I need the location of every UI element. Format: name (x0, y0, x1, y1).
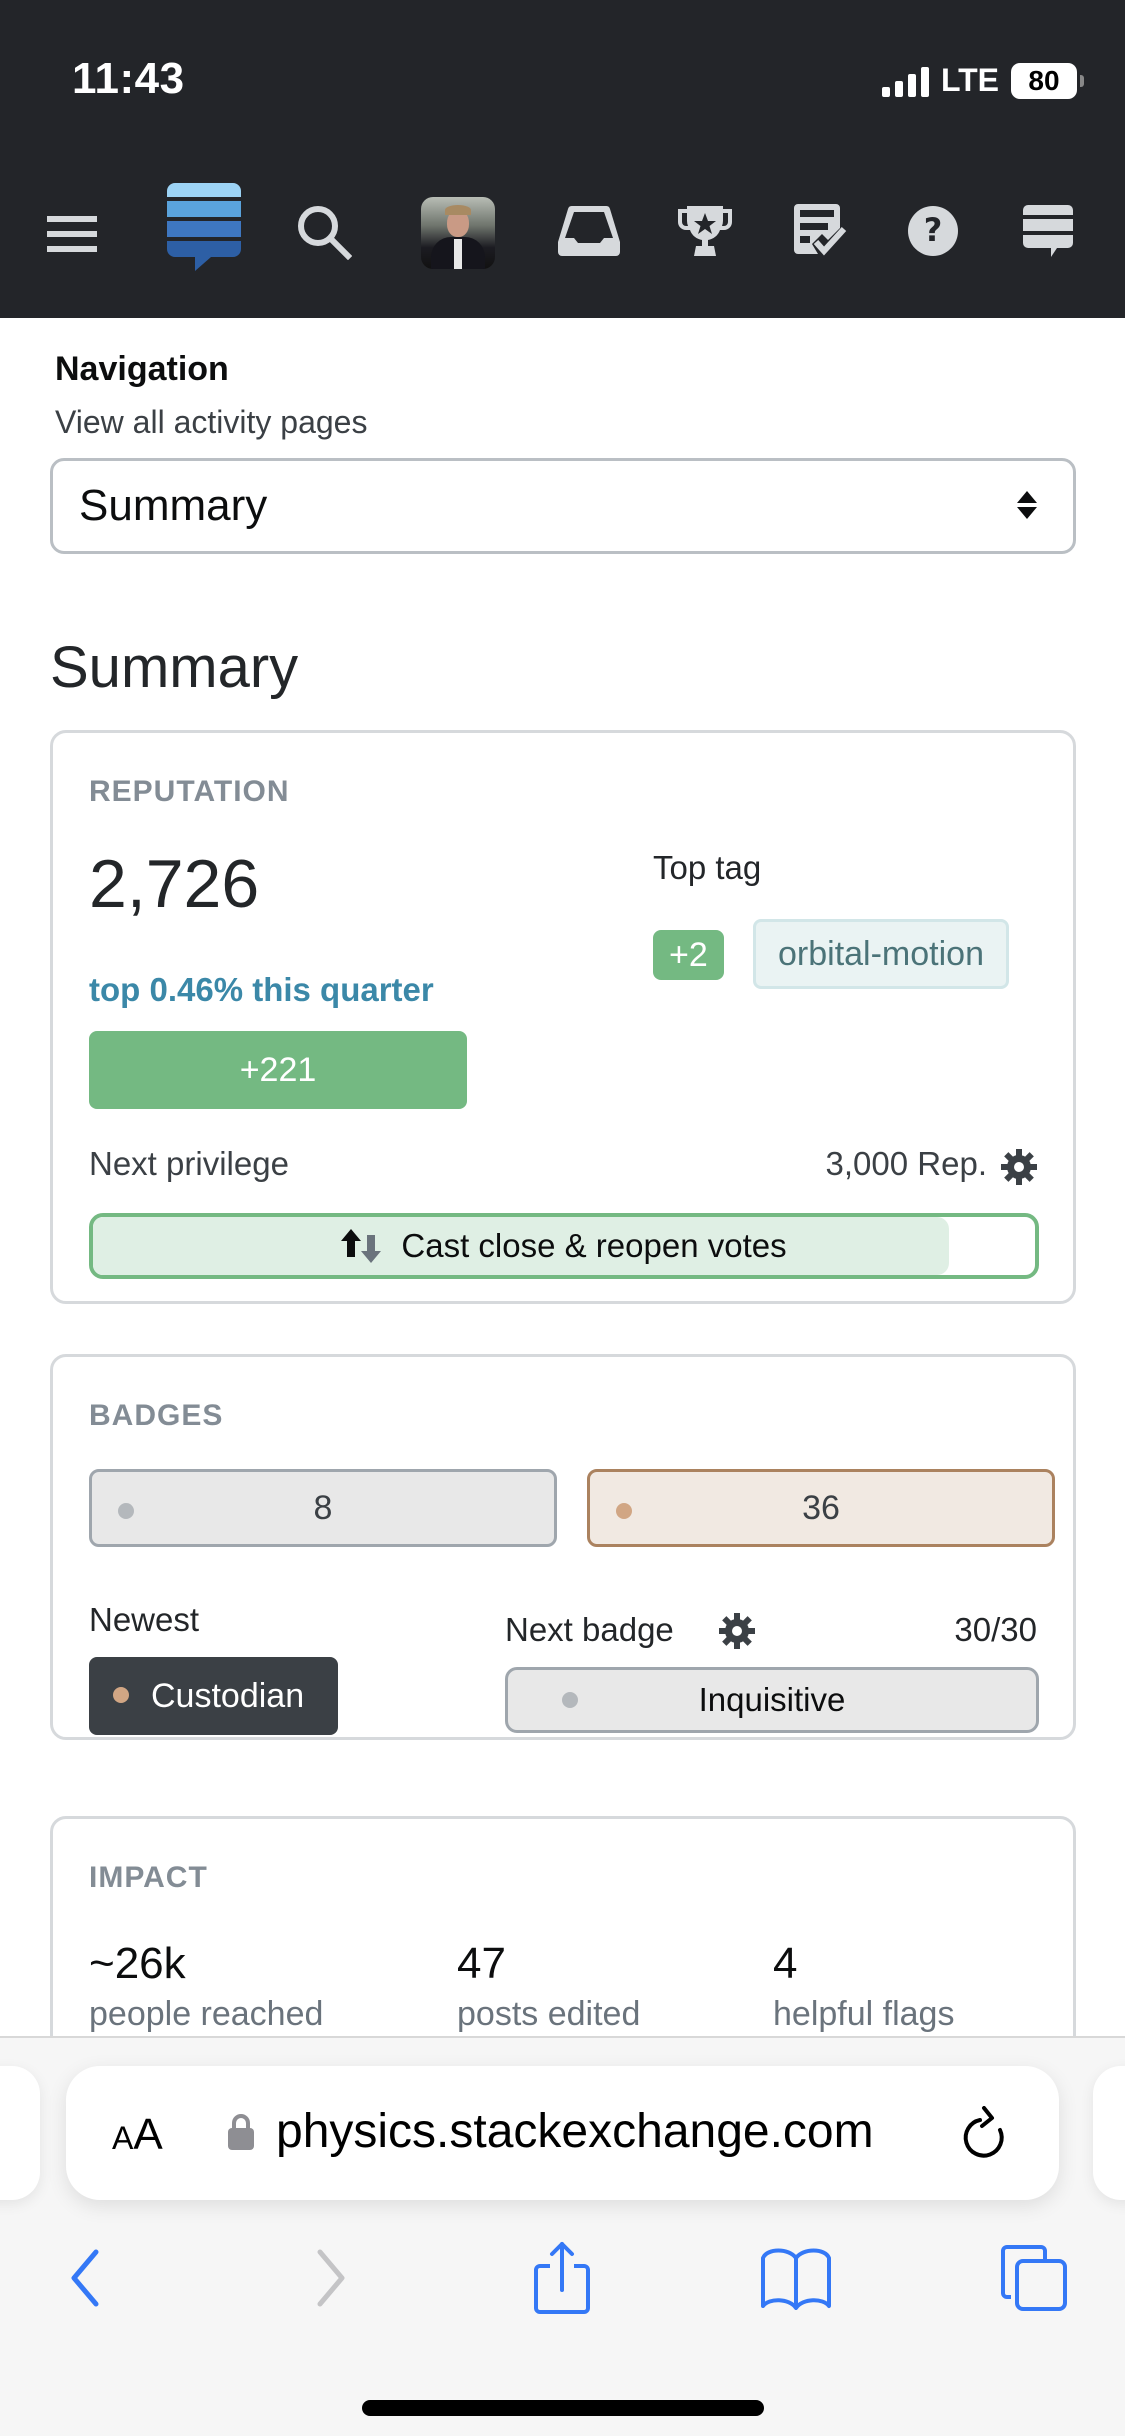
silver-badge-icon (562, 1692, 578, 1708)
gear-icon[interactable] (1001, 1149, 1037, 1185)
network-type: LTE (940, 62, 999, 98)
url-text[interactable]: physics.stackexchange.com (276, 2104, 874, 2159)
navigation-sublabel: View all activity pages (55, 404, 368, 440)
share-button[interactable] (522, 2238, 602, 2318)
reputation-card: REPUTATION 2,726 top 0.46% this quarter … (50, 730, 1076, 1304)
top-tag-score: +2 (653, 930, 724, 980)
stackexchange-logo-icon[interactable] (166, 182, 242, 272)
search-icon[interactable] (294, 202, 354, 262)
status-time: 11:43 (72, 54, 185, 103)
next-privilege-progress-bar[interactable]: Cast close & reopen votes (89, 1213, 1039, 1279)
forward-button[interactable] (290, 2238, 370, 2318)
badges-title: BADGES (89, 1399, 224, 1432)
page-title: Summary (50, 635, 299, 700)
silver-badge-icon (118, 1503, 134, 1519)
activity-page-select[interactable]: Summary (50, 458, 1076, 554)
navigation-label: Navigation (55, 350, 229, 388)
top-tag-link[interactable]: orbital-motion (753, 919, 1009, 989)
browser-toolbar: AA physics.stackexchange.com (0, 2036, 1125, 2436)
svg-text:?: ? (924, 211, 943, 249)
chevron-right-icon (317, 2249, 345, 2307)
impact-stat-people-reached: ~26k people reached (89, 1939, 324, 2033)
reputation-title: REPUTATION (89, 775, 290, 808)
help-icon[interactable]: ? (906, 204, 960, 258)
newest-badge-label: Newest (89, 1601, 200, 1638)
tabs-icon (1001, 2245, 1067, 2311)
book-icon (761, 2248, 831, 2310)
select-value: Summary (79, 481, 268, 530)
impact-stat-helpful-flags: 4 helpful flags (773, 1939, 955, 2033)
impact-title: IMPACT (89, 1861, 208, 1894)
next-tab-preview[interactable] (1093, 2066, 1125, 2200)
tabs-button[interactable] (994, 2238, 1074, 2318)
menu-icon[interactable] (46, 210, 98, 258)
gear-icon[interactable] (719, 1613, 755, 1649)
next-badge-progress: 30/30 (954, 1611, 1037, 1648)
avatar[interactable] (421, 197, 495, 269)
review-queue-icon[interactable] (792, 204, 852, 258)
next-badge[interactable]: Inquisitive (505, 1667, 1039, 1733)
site-header: 11:43 LTE 80 ? (0, 0, 1125, 318)
battery-icon: 80 (1011, 62, 1084, 99)
lock-icon (228, 2114, 254, 2150)
badges-card: BADGES 8 36 Newest Custodian Next badge … (50, 1354, 1076, 1740)
bronze-badge-icon (616, 1503, 632, 1519)
reload-icon[interactable] (962, 2106, 1014, 2162)
reputation-value: 2,726 (89, 846, 260, 922)
back-button[interactable] (46, 2238, 126, 2318)
next-privilege-rep: 3,000 Rep. (825, 1145, 987, 1182)
reputation-change: +221 (89, 1031, 467, 1109)
site-switcher-icon[interactable] (1020, 204, 1076, 262)
home-indicator[interactable] (362, 2400, 764, 2416)
achievements-trophy-icon[interactable] (676, 204, 734, 258)
status-indicators: LTE 80 (881, 62, 1084, 99)
bookmarks-button[interactable] (756, 2238, 836, 2318)
signal-icon (881, 65, 929, 97)
previous-tab-preview[interactable] (0, 2066, 40, 2200)
reputation-rank-link[interactable]: top 0.46% this quarter (89, 971, 434, 1009)
select-arrows-icon (1017, 491, 1037, 519)
silver-badges-count[interactable]: 8 (89, 1469, 557, 1547)
close-reopen-votes-icon (341, 1229, 382, 1263)
next-privilege-name: Cast close & reopen votes (401, 1227, 787, 1264)
bronze-badge-icon (113, 1687, 129, 1703)
address-bar[interactable]: AA physics.stackexchange.com (66, 2066, 1059, 2200)
next-privilege-label: Next privilege (89, 1145, 289, 1182)
chevron-left-icon (71, 2249, 99, 2307)
bronze-badges-count[interactable]: 36 (587, 1469, 1055, 1547)
newest-badge[interactable]: Custodian (89, 1657, 339, 1735)
top-tag-label: Top tag (653, 849, 762, 886)
header-nav: ? (0, 180, 1125, 290)
share-icon (534, 2242, 590, 2314)
inbox-icon[interactable] (558, 204, 620, 258)
text-size-button[interactable]: AA (112, 2110, 163, 2160)
next-badge-label: Next badge (505, 1611, 674, 1648)
impact-stat-posts-edited: 47 posts edited (457, 1939, 641, 2033)
